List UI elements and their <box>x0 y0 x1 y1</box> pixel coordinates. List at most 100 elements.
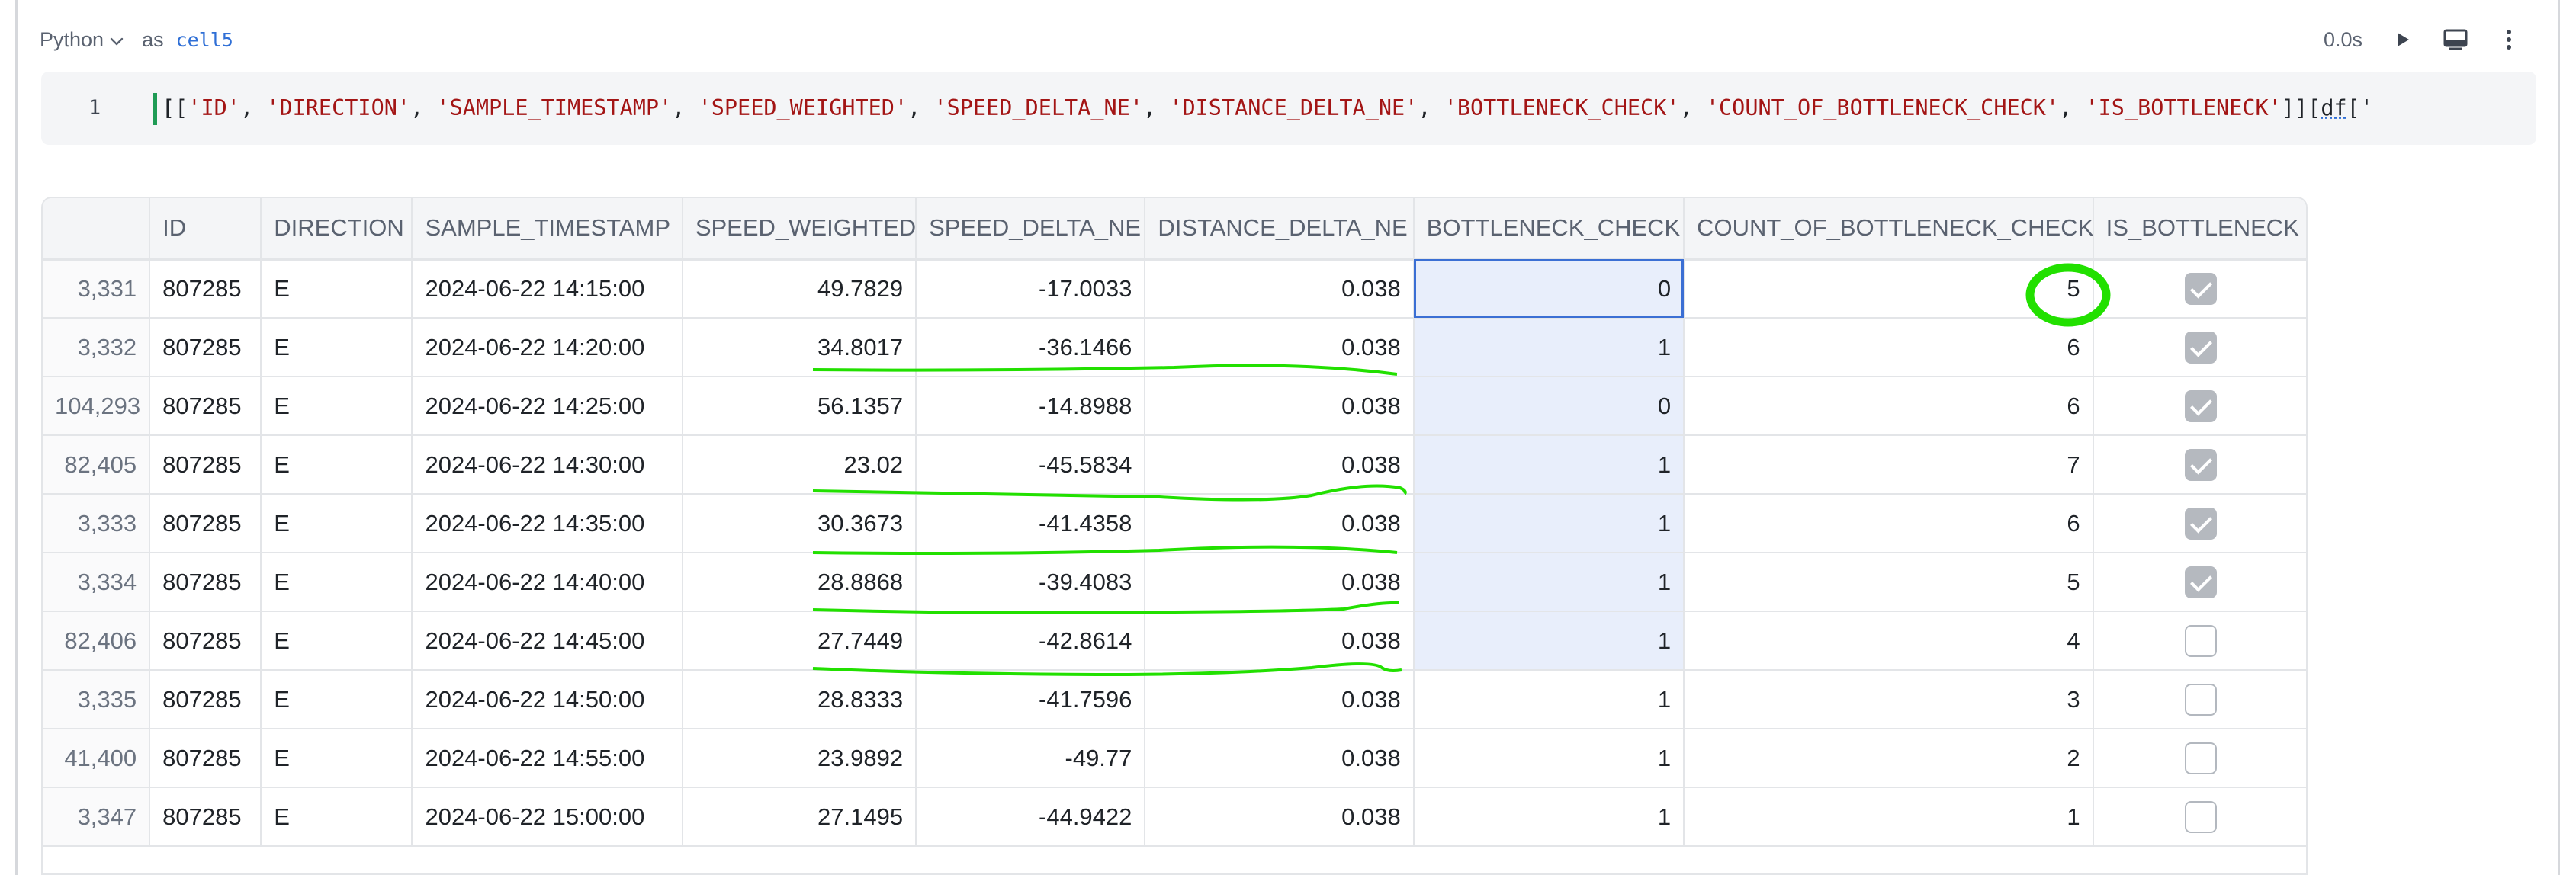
is-bottleneck-cell[interactable] <box>2093 259 2306 319</box>
distance-delta-cell[interactable]: 0.038 <box>1145 787 1415 847</box>
distance-delta-cell[interactable]: 0.038 <box>1145 377 1415 436</box>
count-cell[interactable]: 4 <box>1684 611 2094 671</box>
timestamp-cell[interactable]: 2024-06-22 14:15:00 <box>412 259 683 319</box>
speed-delta-cell[interactable]: -41.7596 <box>916 670 1146 729</box>
speed-weighted-cell[interactable]: 49.7829 <box>682 259 917 319</box>
speed-delta-cell[interactable]: -14.8988 <box>916 377 1146 436</box>
direction-cell[interactable]: E <box>261 377 413 436</box>
table-row[interactable]: 41,400 807285 E 2024-06-22 14:55:00 23.9892-… <box>43 729 2306 788</box>
bottleneck-check-cell[interactable]: 1 <box>1413 670 1685 729</box>
speed-delta-cell[interactable]: -49.77 <box>916 729 1146 788</box>
direction-cell[interactable]: E <box>261 729 413 788</box>
is-bottleneck-cell[interactable] <box>2093 553 2306 612</box>
speed-weighted-cell[interactable]: 28.8868 <box>682 553 917 612</box>
cell-name[interactable]: cell5 <box>176 29 233 51</box>
speed-delta-cell[interactable]: -39.4083 <box>916 553 1146 612</box>
checkbox-checked[interactable] <box>2184 448 2217 481</box>
is-bottleneck-cell[interactable] <box>2093 787 2306 847</box>
row-index[interactable]: 3,332 <box>43 318 151 377</box>
distance-delta-cell[interactable]: 0.038 <box>1145 318 1415 377</box>
is-bottleneck-cell[interactable] <box>2093 435 2306 495</box>
speed-weighted-cell[interactable]: 27.7449 <box>682 611 917 671</box>
index-header[interactable] <box>43 198 151 261</box>
count-cell[interactable]: 6 <box>1684 318 2094 377</box>
count-cell[interactable]: 5 <box>1684 259 2094 319</box>
id-cell[interactable]: 807285 <box>149 553 262 612</box>
timestamp-cell[interactable]: 2024-06-22 14:45:00 <box>412 611 683 671</box>
distance-delta-cell[interactable]: 0.038 <box>1145 259 1415 319</box>
count-cell[interactable]: 6 <box>1684 494 2094 553</box>
bottleneck-check-cell[interactable]: 1 <box>1413 435 1685 495</box>
table-row[interactable]: 3,335 807285 E 2024-06-22 14:50:00 28.8333 -4… <box>43 670 2306 729</box>
id-cell[interactable]: 807285 <box>149 377 262 436</box>
id-cell[interactable]: 807285 <box>149 729 262 788</box>
direction-cell[interactable]: E <box>261 611 413 671</box>
screen-icon[interactable] <box>2442 26 2469 53</box>
distance-delta-cell[interactable]: 0.038 <box>1145 435 1415 495</box>
id-cell[interactable]: 807285 <box>149 494 262 553</box>
distance-delta-cell[interactable]: 0.038 <box>1145 729 1415 788</box>
bottleneck-check-cell[interactable]: 1 <box>1413 553 1685 612</box>
timestamp-cell[interactable]: 2024-06-22 14:25:00 <box>412 377 683 436</box>
direction-cell[interactable]: E <box>261 435 413 495</box>
bottleneck-check-cell[interactable]: 1 <box>1413 729 1685 788</box>
distance-delta-cell[interactable]: 0.038 <box>1145 553 1415 612</box>
is-bottleneck-header[interactable]: IS_BOTTLENECK <box>2093 198 2306 261</box>
count-cell[interactable]: 3 <box>1684 670 2094 729</box>
direction-cell[interactable]: E <box>261 787 413 847</box>
checkbox-unchecked[interactable] <box>2184 683 2217 716</box>
id-header[interactable]: ID <box>149 198 262 261</box>
row-index[interactable]: 41,400 <box>43 729 151 788</box>
speed-weighted-cell[interactable]: 27.1495 <box>682 787 917 847</box>
count-header[interactable]: COUNT_OF_BOTTLENECK_CHECK <box>1684 198 2094 261</box>
table-row[interactable]: 3,334 807285 E 2024-06-22 14:40:00 28.8868 -3… <box>43 553 2306 612</box>
table-row[interactable]: 82,405 807285 E 2024-06-22 14:30:00 23.02 -45… <box>43 435 2306 495</box>
code-line[interactable]: [['ID', 'DIRECTION', 'SAMPLE_TIMESTAMP',… <box>162 72 2373 145</box>
kebab-menu-icon[interactable] <box>2495 26 2523 53</box>
row-index[interactable]: 104,293 <box>43 377 151 436</box>
row-index[interactable]: 3,334 <box>43 553 151 612</box>
is-bottleneck-cell[interactable] <box>2093 670 2306 729</box>
count-cell[interactable]: 2 <box>1684 729 2094 788</box>
is-bottleneck-cell[interactable] <box>2093 494 2306 553</box>
direction-cell[interactable]: E <box>261 670 413 729</box>
row-index[interactable]: 3,333 <box>43 494 151 553</box>
play-icon[interactable] <box>2388 26 2416 53</box>
distance-delta-cell[interactable]: 0.038 <box>1145 494 1415 553</box>
is-bottleneck-cell[interactable] <box>2093 611 2306 671</box>
code-editor[interactable]: 1 [['ID', 'DIRECTION', 'SAMPLE_TIMESTAMP… <box>41 72 2536 145</box>
table-row[interactable]: 3,333 807285 E 2024-06-22 14:35:00 30.3673 -4… <box>43 494 2306 553</box>
checkbox-unchecked[interactable] <box>2184 800 2217 833</box>
speed-delta-cell[interactable]: -44.9422 <box>916 787 1146 847</box>
timestamp-cell[interactable]: 2024-06-22 14:55:00 <box>412 729 683 788</box>
checkbox-checked[interactable] <box>2184 507 2217 540</box>
count-cell[interactable]: 7 <box>1684 435 2094 495</box>
bottleneck-check-cell[interactable]: 0 <box>1413 377 1685 436</box>
checkbox-unchecked[interactable] <box>2184 624 2217 657</box>
distance-delta-cell[interactable]: 0.038 <box>1145 611 1415 671</box>
id-cell[interactable]: 807285 <box>149 670 262 729</box>
timestamp-cell[interactable]: 2024-06-22 14:30:00 <box>412 435 683 495</box>
id-cell[interactable]: 807285 <box>149 318 262 377</box>
direction-cell[interactable]: E <box>261 553 413 612</box>
speed-weighted-cell[interactable]: 23.02 <box>682 435 917 495</box>
count-cell[interactable]: 5 <box>1684 553 2094 612</box>
speed-weighted-cell[interactable]: 56.1357 <box>682 377 917 436</box>
count-cell[interactable]: 6 <box>1684 377 2094 436</box>
distance-delta-header[interactable]: DISTANCE_DELTA_NE <box>1145 198 1415 261</box>
row-index[interactable]: 3,331 <box>43 259 151 319</box>
is-bottleneck-cell[interactable] <box>2093 377 2306 436</box>
bottleneck-check-cell[interactable]: 0 <box>1413 259 1685 319</box>
table-row[interactable]: 3,347 807285 E 2024-06-22 15:00:00 27.1495 -4… <box>43 787 2306 847</box>
direction-header[interactable]: DIRECTION <box>261 198 413 261</box>
speed-weighted-cell[interactable]: 28.8333 <box>682 670 917 729</box>
id-cell[interactable]: 807285 <box>149 611 262 671</box>
bottleneck-check-cell[interactable]: 1 <box>1413 494 1685 553</box>
direction-cell[interactable]: E <box>261 318 413 377</box>
speed-weighted-header[interactable]: SPEED_WEIGHTED <box>682 198 917 261</box>
row-index[interactable]: 82,406 <box>43 611 151 671</box>
checkbox-unchecked[interactable] <box>2184 742 2217 774</box>
count-cell[interactable]: 1 <box>1684 787 2094 847</box>
row-index[interactable]: 3,335 <box>43 670 151 729</box>
checkbox-checked[interactable] <box>2184 566 2217 598</box>
